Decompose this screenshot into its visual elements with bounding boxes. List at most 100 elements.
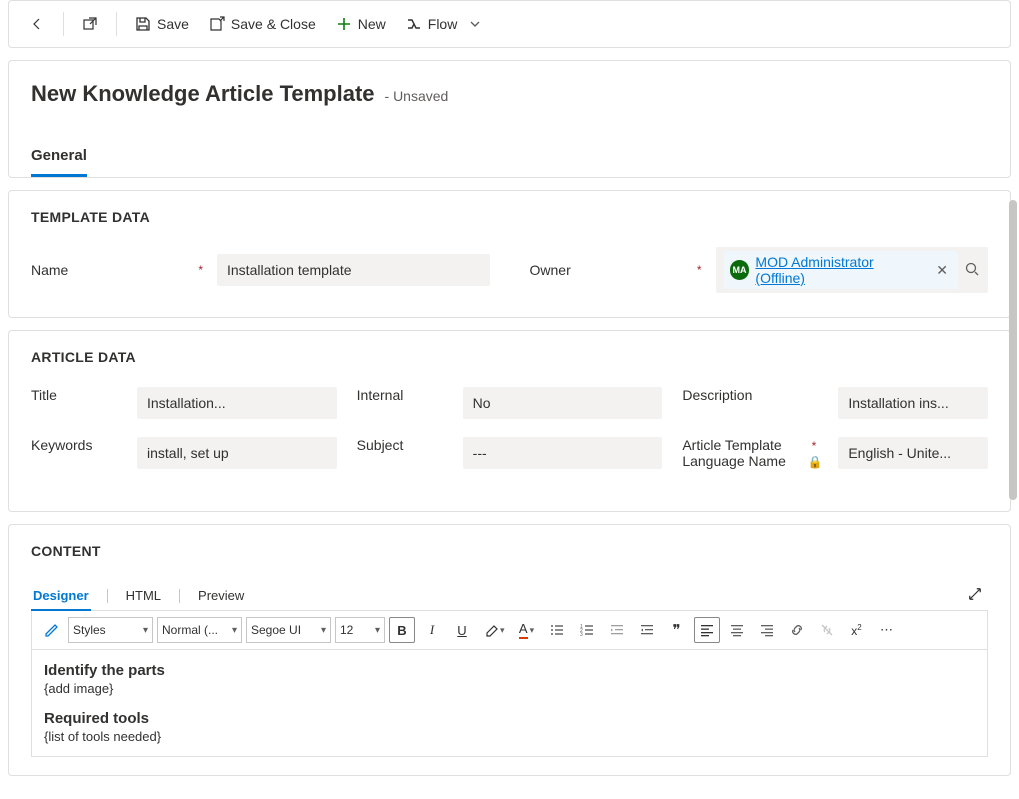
- editor-tabs: Designer HTML Preview: [31, 581, 988, 611]
- save-close-label: Save & Close: [231, 16, 316, 32]
- save-status: - Unsaved: [385, 88, 449, 104]
- editor-canvas[interactable]: Identify the parts {add image} Required …: [31, 650, 988, 757]
- remove-owner-icon[interactable]: ✕: [932, 262, 952, 279]
- numbered-list-icon: 123: [579, 622, 595, 638]
- align-center-button[interactable]: [724, 617, 750, 643]
- save-close-button[interactable]: Save & Close: [201, 8, 324, 40]
- name-label: Name *: [31, 262, 211, 278]
- font-family-select[interactable]: Segoe UI▾: [246, 617, 331, 643]
- bold-button[interactable]: B: [389, 617, 415, 643]
- content-section: CONTENT Designer HTML Preview Styles▾ No…: [8, 524, 1011, 776]
- section-title-article-data: ARTICLE DATA: [31, 349, 988, 365]
- save-button[interactable]: Save: [127, 8, 197, 40]
- bullet-list-button[interactable]: [544, 617, 570, 643]
- open-new-window-button[interactable]: [74, 8, 106, 40]
- record-header: New Knowledge Article Template - Unsaved…: [8, 60, 1011, 178]
- format-painter-button[interactable]: [38, 617, 64, 643]
- save-close-icon: [209, 16, 225, 32]
- editor-tab-preview[interactable]: Preview: [196, 582, 246, 611]
- link-icon: [789, 622, 805, 638]
- chevron-down-icon: ▾: [143, 625, 148, 636]
- description-input[interactable]: [838, 387, 988, 419]
- tab-general[interactable]: General: [31, 137, 87, 177]
- flow-button[interactable]: Flow: [398, 8, 492, 40]
- title-label: Title: [31, 387, 131, 403]
- separator: [116, 12, 117, 36]
- save-label: Save: [157, 16, 189, 32]
- underline-button[interactable]: U: [449, 617, 475, 643]
- font-size-select[interactable]: 12▾: [335, 617, 385, 643]
- content-paragraph: {add image}: [44, 681, 975, 696]
- required-indicator: *: [198, 263, 203, 277]
- keywords-label: Keywords: [31, 437, 131, 453]
- styles-select[interactable]: Styles▾: [68, 617, 153, 643]
- article-data-section: ARTICLE DATA Title Internal No Descripti…: [8, 330, 1011, 512]
- editor-tab-html[interactable]: HTML: [124, 582, 163, 611]
- paintbrush-icon: [43, 622, 59, 638]
- plus-icon: [336, 16, 352, 32]
- owner-lookup[interactable]: MA MOD Administrator (Offline) ✕: [716, 247, 989, 293]
- chevron-down-icon: [467, 16, 483, 32]
- align-right-button[interactable]: [754, 617, 780, 643]
- flow-label: Flow: [428, 16, 458, 32]
- separator: [107, 589, 108, 603]
- chevron-down-icon: ▾: [321, 625, 326, 636]
- owner-label: Owner *: [530, 262, 710, 278]
- subject-label: Subject: [357, 437, 457, 453]
- save-icon: [135, 16, 151, 32]
- numbered-list-button[interactable]: 123: [574, 617, 600, 643]
- name-input[interactable]: [217, 254, 490, 286]
- flow-icon: [406, 16, 422, 32]
- description-label: Description: [682, 387, 832, 403]
- bullet-list-icon: [549, 622, 565, 638]
- separator: [63, 12, 64, 36]
- avatar: MA: [730, 260, 750, 280]
- language-select[interactable]: English - Unite...: [838, 437, 988, 469]
- subject-lookup[interactable]: ---: [463, 437, 663, 469]
- italic-button[interactable]: I: [419, 617, 445, 643]
- arrow-left-icon: [29, 16, 45, 32]
- align-left-icon: [699, 622, 715, 638]
- outdent-icon: [609, 622, 625, 638]
- search-icon[interactable]: [964, 261, 980, 280]
- internal-label: Internal: [357, 387, 457, 403]
- keywords-input[interactable]: [137, 437, 337, 469]
- required-indicator: *: [697, 263, 702, 277]
- more-button[interactable]: ⋯: [874, 617, 900, 643]
- highlight-color-button[interactable]: ▾: [479, 617, 510, 643]
- superscript-button[interactable]: x2: [844, 617, 870, 643]
- font-color-button[interactable]: A▾: [514, 617, 540, 643]
- chevron-down-icon: ▾: [375, 625, 380, 636]
- align-left-button[interactable]: [694, 617, 720, 643]
- unlink-button[interactable]: [814, 617, 840, 643]
- editor-tab-designer[interactable]: Designer: [31, 582, 91, 611]
- popout-icon: [82, 16, 98, 32]
- blockquote-button[interactable]: ❞: [664, 617, 690, 643]
- scrollbar[interactable]: [1009, 200, 1017, 500]
- page-title: New Knowledge Article Template: [31, 81, 375, 107]
- section-title-template-data: TEMPLATE DATA: [31, 209, 988, 225]
- ellipsis-icon: ⋯: [880, 622, 893, 638]
- internal-select[interactable]: No: [463, 387, 663, 419]
- new-label: New: [358, 16, 386, 32]
- expand-editor-button[interactable]: [962, 581, 988, 610]
- outdent-button[interactable]: [604, 617, 630, 643]
- owner-chip[interactable]: MA MOD Administrator (Offline) ✕: [724, 251, 959, 289]
- back-button[interactable]: [21, 8, 53, 40]
- indent-button[interactable]: [634, 617, 660, 643]
- content-paragraph: {list of tools needed}: [44, 729, 975, 744]
- language-label: Article Template Language Name * 🔒: [682, 437, 832, 469]
- new-button[interactable]: New: [328, 8, 394, 40]
- unlink-icon: [819, 622, 835, 638]
- content-heading: Required tools: [44, 710, 975, 727]
- indent-icon: [639, 622, 655, 638]
- paragraph-format-select[interactable]: Normal (...▾: [157, 617, 242, 643]
- owner-link[interactable]: MOD Administrator (Offline): [755, 254, 926, 286]
- svg-text:3: 3: [580, 632, 583, 638]
- align-center-icon: [729, 622, 745, 638]
- form-tabs: General: [31, 137, 988, 177]
- highlighter-icon: [484, 622, 500, 638]
- lock-icon: 🔒: [808, 455, 823, 469]
- link-button[interactable]: [784, 617, 810, 643]
- title-input[interactable]: [137, 387, 337, 419]
